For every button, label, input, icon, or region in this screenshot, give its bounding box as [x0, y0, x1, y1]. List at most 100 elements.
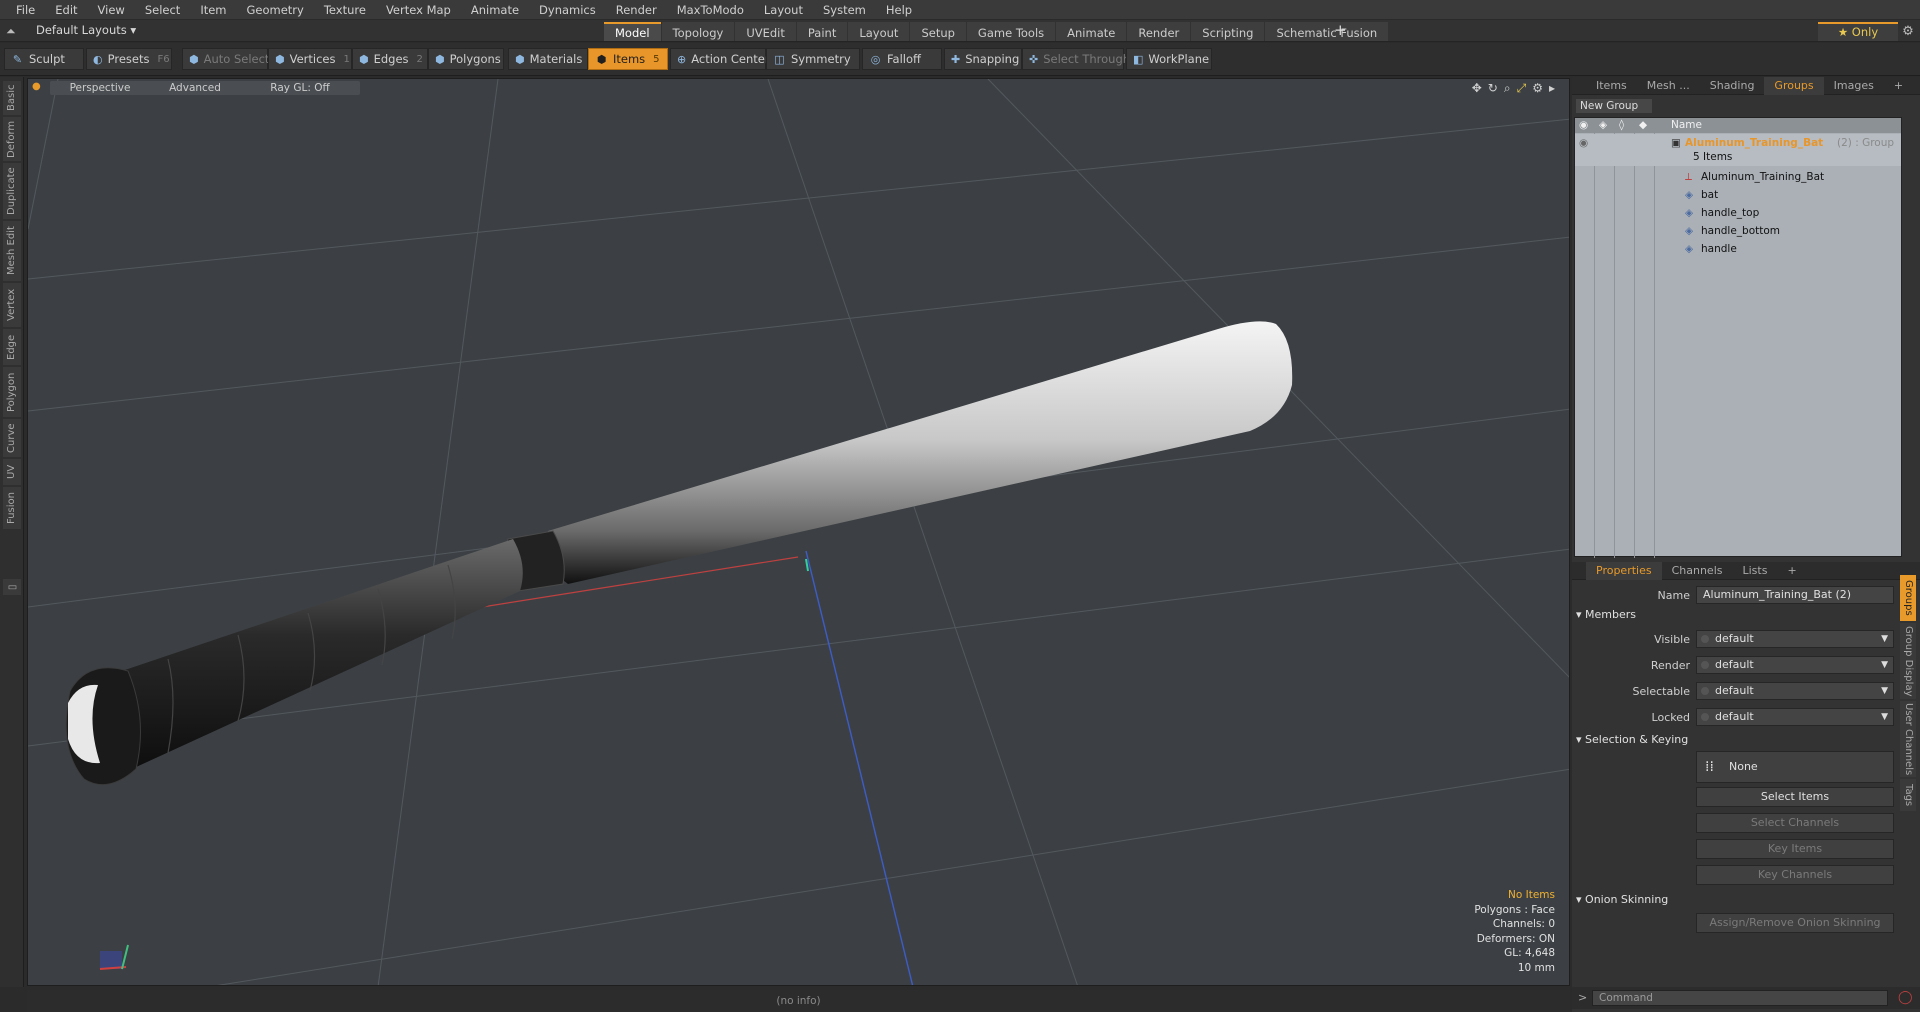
visibility-toggle[interactable]: ◉: [1579, 134, 1588, 152]
menu-animate[interactable]: Animate: [461, 3, 529, 17]
menu-system[interactable]: System: [813, 3, 876, 17]
tab-channels[interactable]: Channels: [1662, 562, 1733, 580]
tab-topology[interactable]: Topology: [661, 22, 735, 41]
viewport-gear-icon[interactable]: ⚙: [1532, 81, 1543, 96]
layout-collapse-icon[interactable]: ⏶: [6, 24, 20, 38]
menu-edit[interactable]: Edit: [45, 3, 87, 17]
vtab-edge[interactable]: Edge: [3, 329, 21, 365]
vtab-duplicate[interactable]: Duplicate: [3, 163, 21, 219]
3d-viewport[interactable]: ● Perspective Advanced Ray GL: Off ✥ ↻ ⌕…: [27, 78, 1570, 986]
tab-layout[interactable]: Layout: [848, 22, 910, 41]
add-panel-tab-icon[interactable]: +: [1884, 77, 1913, 95]
selection-keying-section[interactable]: ▾ Selection & Keying: [1576, 732, 1896, 748]
tab-scripting[interactable]: Scripting: [1191, 22, 1265, 41]
tab-properties[interactable]: Properties: [1586, 561, 1662, 580]
expand-icon[interactable]: ▭: [3, 579, 21, 595]
vtab-vertex[interactable]: Vertex: [3, 283, 21, 327]
tab-lists[interactable]: Lists: [1733, 562, 1778, 580]
materials-button[interactable]: ⬢ Materials: [508, 48, 588, 70]
viewport-menu-icon[interactable]: ●: [32, 81, 41, 92]
tab-schematic-fusion[interactable]: Schematic Fusion: [1265, 22, 1389, 41]
group-row[interactable]: ◉ ▣ Aluminum_Training_Bat (2) : Group 5 …: [1575, 134, 1901, 166]
new-group-button[interactable]: New Group: [1576, 99, 1652, 113]
side-tab-groups[interactable]: Groups: [1900, 575, 1916, 621]
sculpt-button[interactable]: ✎ Sculpt: [4, 48, 84, 70]
polygons-button[interactable]: ⬢ Polygons: [428, 48, 504, 70]
side-tab-tags[interactable]: Tags: [1900, 779, 1916, 811]
play-arrow-icon[interactable]: ▸: [1549, 81, 1555, 96]
key-items-button[interactable]: Key Items: [1696, 839, 1894, 859]
render-dropdown[interactable]: default ▼: [1696, 656, 1894, 674]
zoom-icon[interactable]: ⌕: [1504, 81, 1511, 96]
command-record-icon[interactable]: ◯: [1898, 990, 1913, 1005]
tab-paint[interactable]: Paint: [796, 22, 848, 41]
only-button[interactable]: ★ Only: [1818, 22, 1898, 41]
vtab-curve[interactable]: Curve: [3, 419, 21, 457]
vtab-polygon[interactable]: Polygon: [3, 367, 21, 417]
assign-onion-button[interactable]: Assign/Remove Onion Skinning: [1696, 913, 1894, 933]
menu-file[interactable]: File: [6, 3, 45, 17]
tab-setup[interactable]: Setup: [910, 22, 966, 41]
menu-item[interactable]: Item: [190, 3, 236, 17]
add-props-tab-icon[interactable]: +: [1777, 562, 1806, 580]
symmetry-button[interactable]: ◫ Symmetry: [766, 48, 860, 70]
tab-animate[interactable]: Animate: [1056, 22, 1127, 41]
group-name-field[interactable]: Aluminum_Training_Bat (2): [1696, 586, 1894, 604]
tree-item-mesh[interactable]: ⟂ Aluminum_Training_Bat: [1575, 168, 1901, 186]
select-through-button[interactable]: ✜ Select Through: [1022, 48, 1130, 70]
select-items-button[interactable]: Select Items: [1696, 787, 1894, 807]
menu-help[interactable]: Help: [876, 3, 922, 17]
keying-set-none[interactable]: ⁞⁞ None: [1696, 751, 1894, 783]
snapping-button[interactable]: ✚ Snapping: [944, 48, 1022, 70]
gear-icon[interactable]: ⚙: [1898, 22, 1918, 41]
vtab-deform[interactable]: Deform: [3, 117, 21, 161]
vtab-mesh-edit[interactable]: Mesh Edit: [3, 221, 21, 281]
raygl-dropdown[interactable]: Ray GL: Off: [240, 81, 360, 95]
key-channels-button[interactable]: Key Channels: [1696, 865, 1894, 885]
action-center-button[interactable]: ⊕ Action Center: [670, 48, 770, 70]
tab-shading[interactable]: Shading: [1700, 77, 1765, 95]
vtab-uv[interactable]: UV: [3, 459, 21, 485]
tab-groups[interactable]: Groups: [1764, 76, 1824, 95]
rotate-icon[interactable]: ↻: [1488, 81, 1498, 96]
vtab-basic[interactable]: Basic: [3, 81, 21, 115]
tab-images[interactable]: Images: [1824, 77, 1884, 95]
menu-geometry[interactable]: Geometry: [237, 3, 314, 17]
vtab-fusion[interactable]: Fusion: [3, 487, 21, 529]
tree-item-handle-bottom[interactable]: ◈ handle_bottom: [1575, 222, 1901, 240]
workplane-button[interactable]: ◧ WorkPlane: [1126, 48, 1212, 70]
tab-game-tools[interactable]: Game Tools: [966, 22, 1056, 41]
select-channels-button[interactable]: Select Channels: [1696, 813, 1894, 833]
menu-vertex-map[interactable]: Vertex Map: [376, 3, 461, 17]
side-tab-user-channels[interactable]: User Channels: [1900, 701, 1916, 777]
tab-mesh[interactable]: Mesh ...: [1637, 77, 1700, 95]
vertices-button[interactable]: ⬢ Vertices 1: [268, 48, 352, 70]
locked-dropdown[interactable]: default ▼: [1696, 708, 1894, 726]
add-tab-icon[interactable]: +: [1334, 21, 1347, 39]
tree-item-handle-top[interactable]: ◈ handle_top: [1575, 204, 1901, 222]
selectable-dropdown[interactable]: default ▼: [1696, 682, 1894, 700]
visible-dropdown[interactable]: default ▼: [1696, 630, 1894, 648]
falloff-button[interactable]: ◎ Falloff: [862, 48, 942, 70]
menu-maxtomodo[interactable]: MaxToModo: [667, 3, 754, 17]
items-button[interactable]: ⬢ Items 5: [588, 48, 668, 70]
tab-render[interactable]: Render: [1127, 22, 1191, 41]
tab-model[interactable]: Model: [604, 22, 661, 41]
auto-select-button[interactable]: ⬢ Auto Select: [182, 48, 269, 70]
layout-dropdown[interactable]: Default Layouts ▾: [36, 23, 136, 39]
menu-view[interactable]: View: [88, 3, 135, 17]
tree-item-bat[interactable]: ◈ bat: [1575, 186, 1901, 204]
fit-icon[interactable]: ⤢: [1517, 81, 1527, 96]
pan-icon[interactable]: ✥: [1472, 81, 1482, 96]
side-tab-group-display[interactable]: Group Display: [1900, 623, 1916, 699]
tab-items[interactable]: Items: [1586, 77, 1637, 95]
edges-button[interactable]: ⬢ Edges 2: [352, 48, 428, 70]
menu-render[interactable]: Render: [606, 3, 667, 17]
command-input[interactable]: Command: [1592, 990, 1888, 1006]
menu-layout[interactable]: Layout: [754, 3, 813, 17]
tab-uvedit[interactable]: UVEdit: [735, 22, 796, 41]
members-section[interactable]: ▾ Members: [1576, 607, 1896, 623]
menu-texture[interactable]: Texture: [314, 3, 376, 17]
presets-button[interactable]: ◐ Presets F6: [86, 48, 172, 70]
tree-item-handle[interactable]: ◈ handle: [1575, 240, 1901, 258]
